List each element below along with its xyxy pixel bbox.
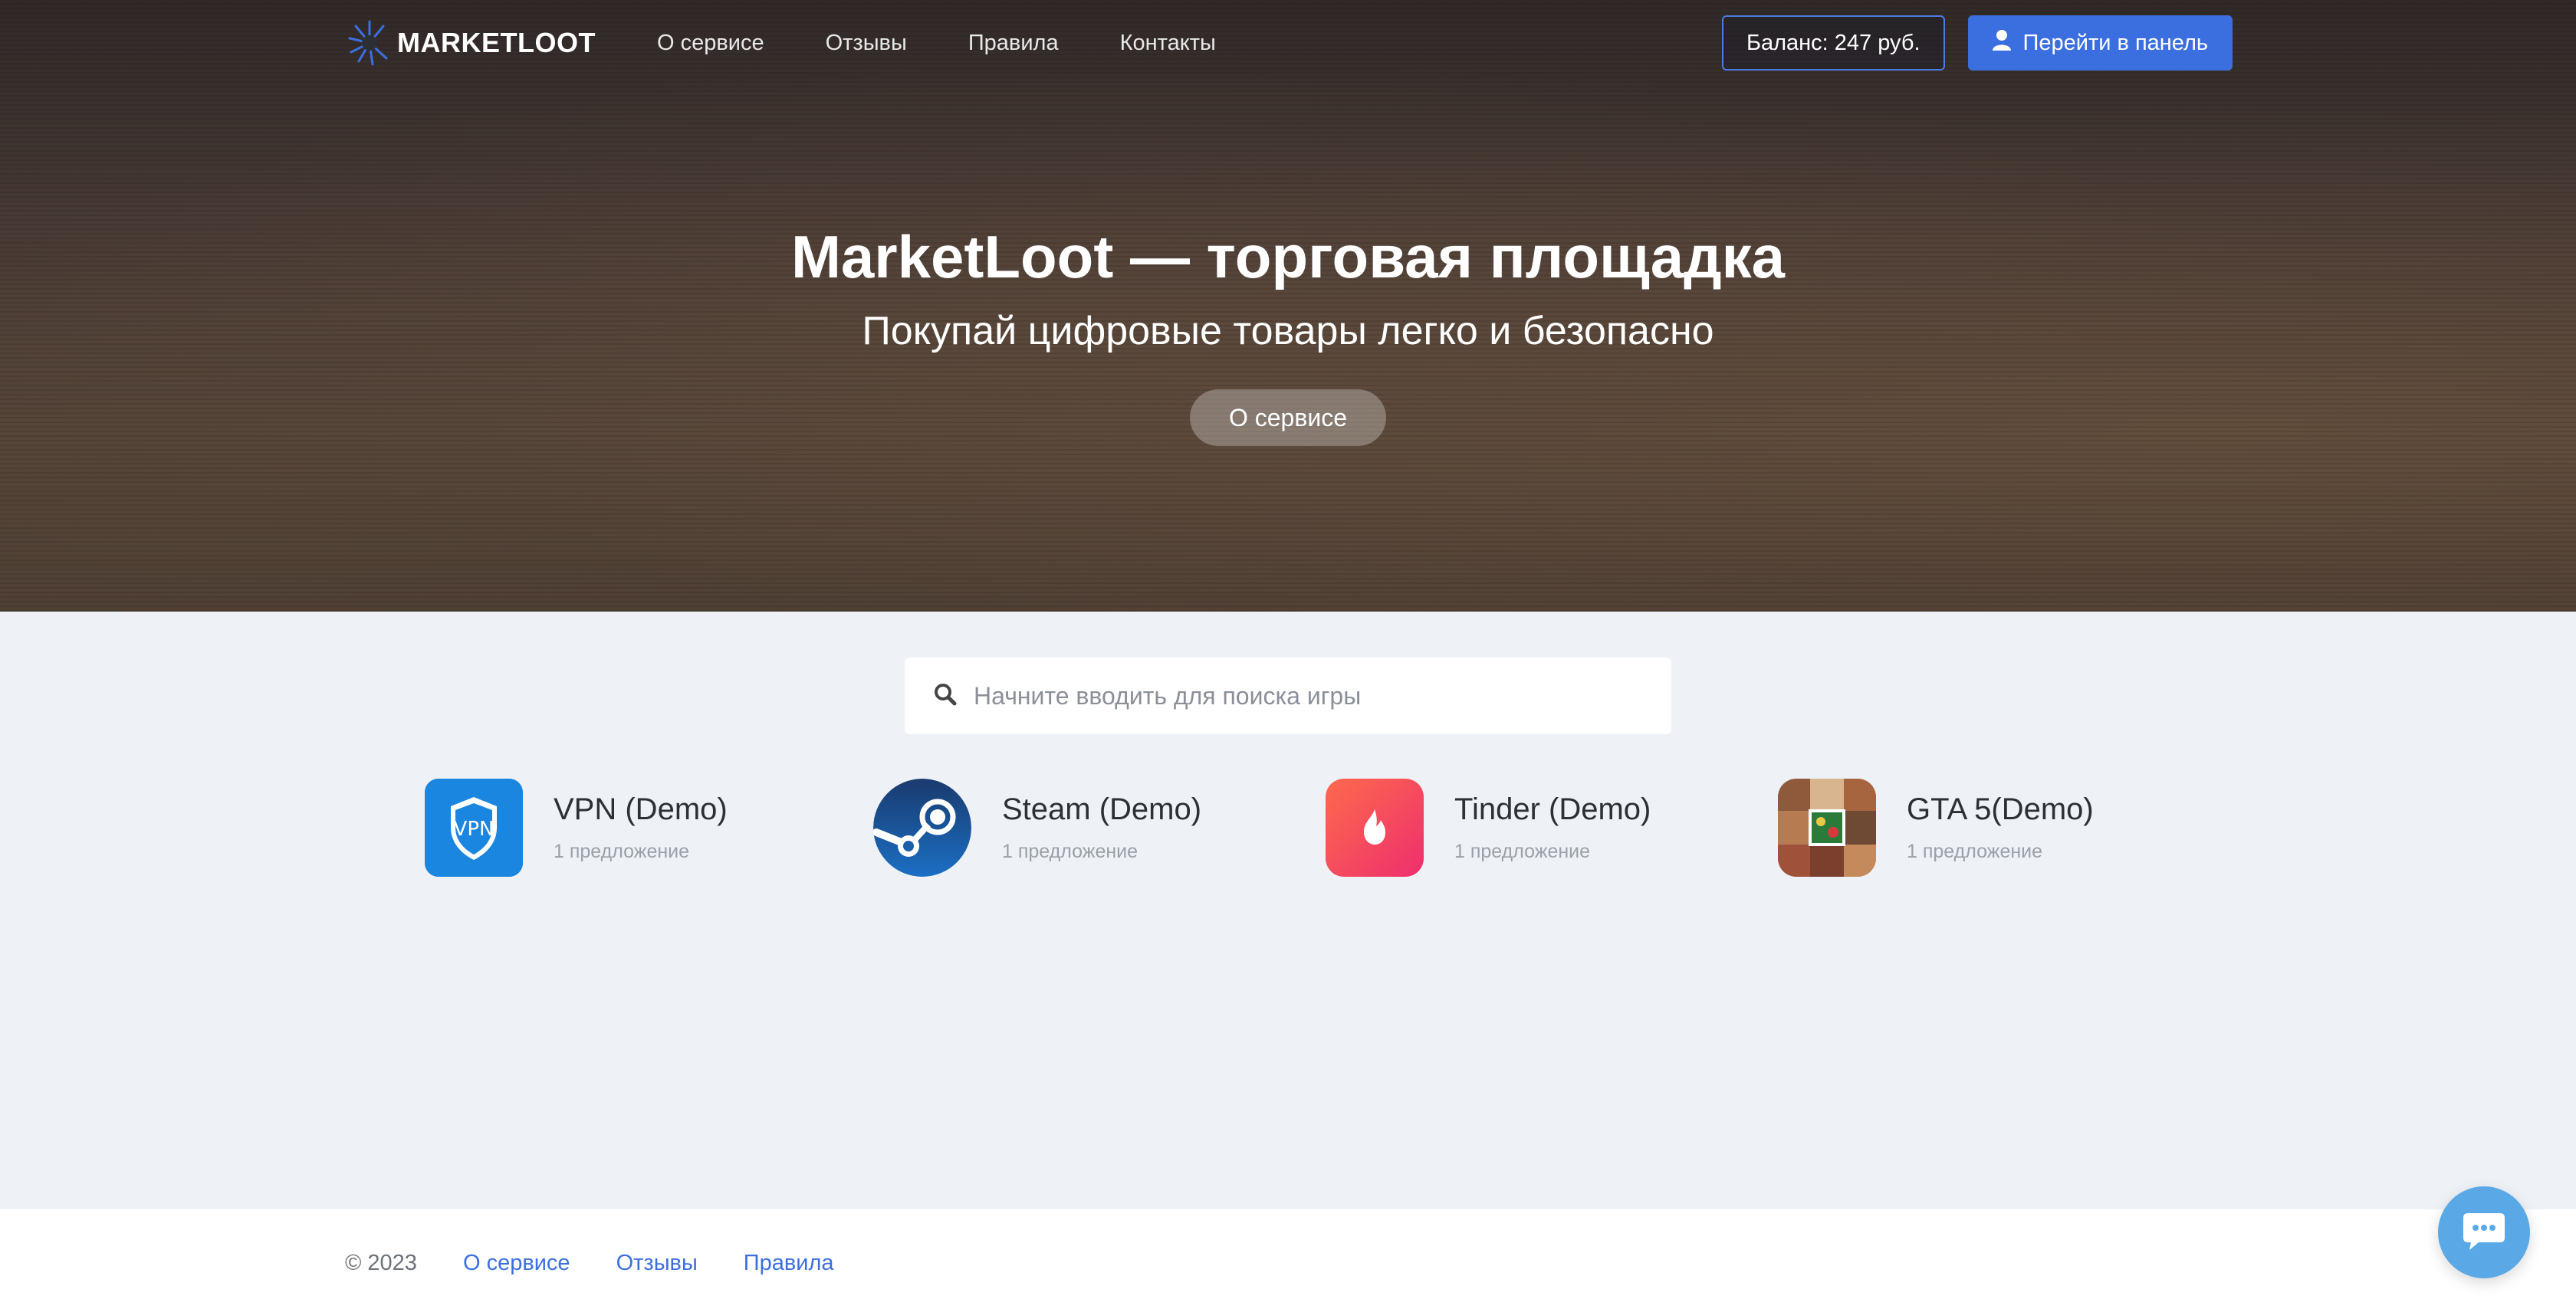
- product-item-tinder[interactable]: Tinder (Demo) 1 предложение: [1326, 779, 1651, 877]
- chat-bubble-icon: [2462, 1212, 2506, 1254]
- product-info: Tinder (Demo) 1 предложение: [1454, 792, 1651, 863]
- nav-links: О сервисе Отзывы Правила Контакты: [657, 31, 1216, 56]
- footer: © 2023 О сервисе Отзывы Правила: [0, 1209, 2576, 1309]
- user-icon: [1992, 29, 2011, 57]
- steam-icon: [873, 779, 971, 877]
- nav-link-contacts[interactable]: Контакты: [1120, 31, 1216, 56]
- hero-banner: MARKETLOOT О сервисе Отзывы Правила Конт…: [0, 0, 2576, 612]
- product-info: GTA 5(Demo) 1 предложение: [1907, 792, 2094, 863]
- balance-button[interactable]: Баланс: 247 руб.: [1721, 15, 1945, 71]
- product-name: GTA 5(Demo): [1907, 792, 2094, 826]
- footer-link-reviews[interactable]: Отзывы: [616, 1251, 698, 1276]
- logo-text: MARKETLOOT: [397, 27, 596, 58]
- product-offers-count: 1 предложение: [1002, 841, 1138, 862]
- hero-about-button[interactable]: О сервисе: [1190, 389, 1386, 446]
- product-name: VPN (Demo): [554, 792, 728, 826]
- vpn-shield-icon: VPN: [425, 779, 523, 877]
- logo[interactable]: MARKETLOOT: [345, 14, 596, 72]
- product-info: Steam (Demo) 1 предложение: [1002, 792, 1201, 863]
- hero-overlay: [0, 0, 2576, 612]
- product-name: Tinder (Demo): [1454, 792, 1651, 826]
- product-list: VPN VPN (Demo) 1 предложение Steam (Demo…: [0, 779, 2576, 881]
- product-offers-count: 1 предложение: [1907, 841, 2043, 862]
- tinder-flame-icon: [1326, 779, 1424, 877]
- product-name: Steam (Demo): [1002, 792, 1202, 826]
- search-box: [905, 658, 1671, 734]
- product-item-vpn[interactable]: VPN VPN (Demo) 1 предложение: [425, 779, 728, 877]
- footer-link-rules[interactable]: Правила: [744, 1251, 834, 1276]
- footer-link-about[interactable]: О сервисе: [463, 1251, 570, 1276]
- go-to-panel-label: Перейти в панель: [2022, 30, 2208, 55]
- hero-subtitle: Покупай цифровые товары легко и безопасн…: [862, 309, 1714, 353]
- product-item-gta5[interactable]: GTA 5(Demo) 1 предложение: [1778, 779, 2094, 877]
- search-input[interactable]: [974, 681, 1648, 710]
- nav-link-reviews[interactable]: Отзывы: [826, 31, 907, 56]
- chat-button[interactable]: [2438, 1186, 2530, 1278]
- copyright: © 2023: [345, 1251, 417, 1275]
- product-item-steam[interactable]: Steam (Demo) 1 предложение: [873, 779, 1201, 877]
- product-offers-count: 1 предложение: [554, 841, 690, 862]
- top-navbar: MARKETLOOT О сервисе Отзывы Правила Конт…: [345, 14, 2233, 72]
- search-icon: [934, 683, 957, 710]
- svg-text:VPN: VPN: [454, 818, 495, 841]
- logo-burst-icon: [345, 14, 394, 72]
- gta5-cover-icon: [1778, 779, 1876, 877]
- nav-actions: Баланс: 247 руб. Перейти в панель: [1721, 15, 2233, 71]
- nav-link-about[interactable]: О сервисе: [657, 31, 764, 56]
- product-offers-count: 1 предложение: [1454, 841, 1591, 862]
- nav-link-rules[interactable]: Правила: [968, 31, 1059, 56]
- footer-links: © 2023 О сервисе Отзывы Правила: [345, 1251, 834, 1276]
- go-to-panel-button[interactable]: Перейти в панель: [1967, 15, 2233, 71]
- product-info: VPN (Demo) 1 предложение: [554, 792, 728, 863]
- hero-title: MarketLoot — торговая площадка: [790, 223, 1786, 290]
